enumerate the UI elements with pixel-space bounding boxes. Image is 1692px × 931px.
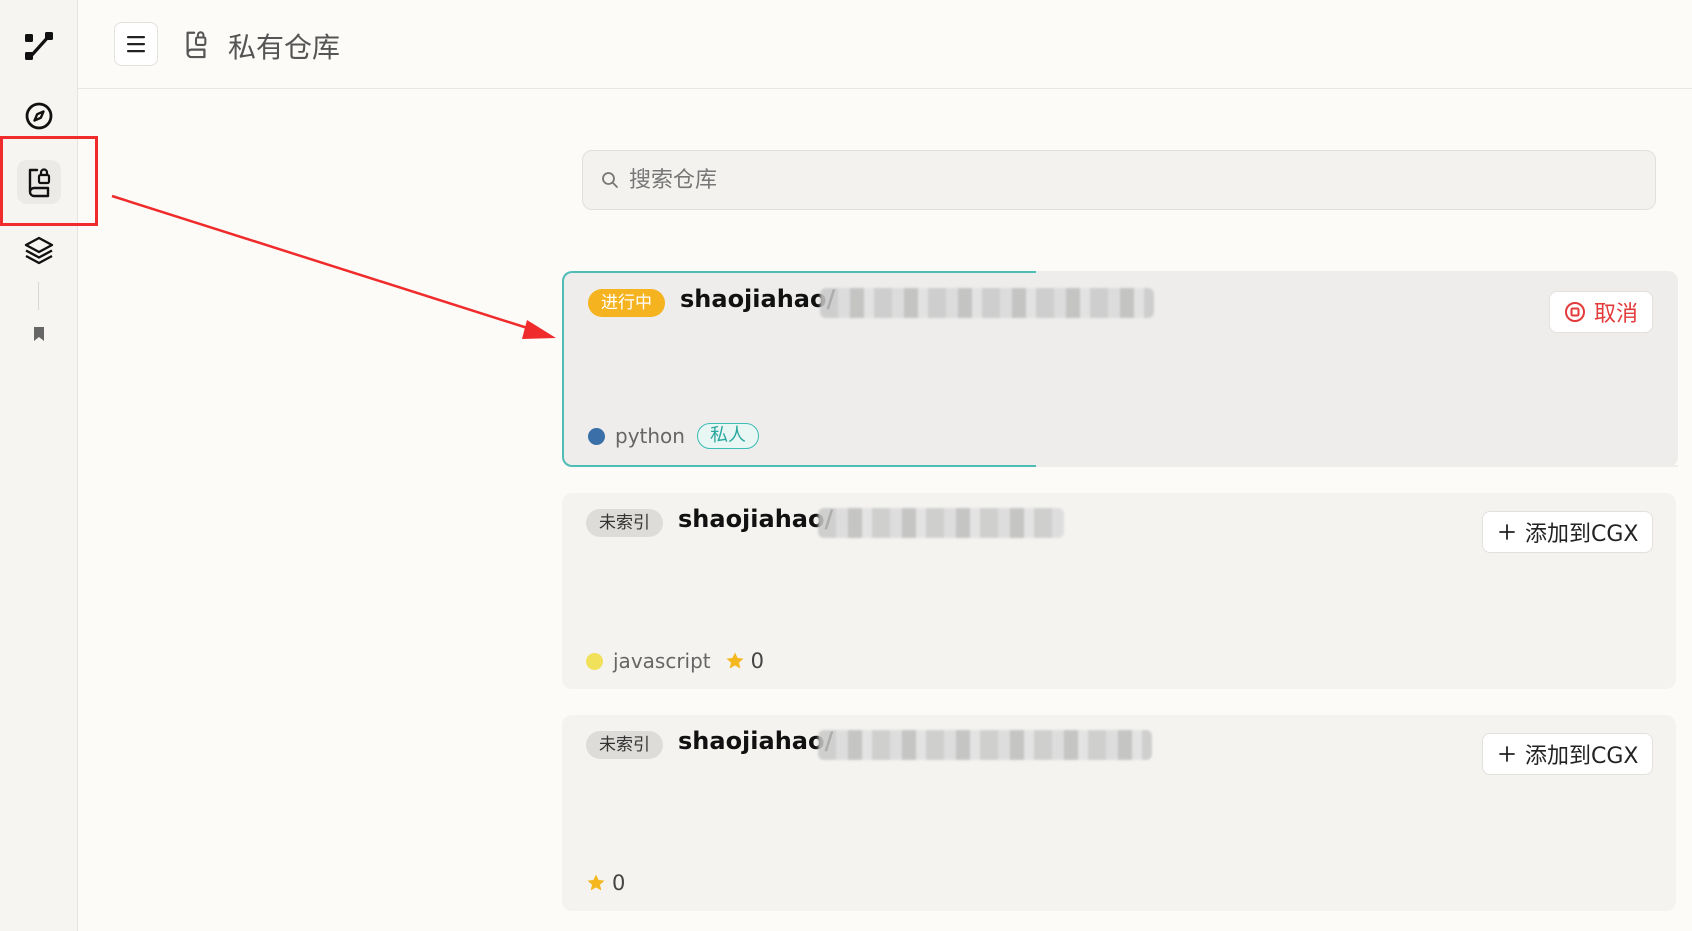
nav-layers[interactable] [17,228,61,272]
repo-meta: python 私人 [588,423,759,449]
language-label: python [615,424,685,448]
plus-icon [1499,524,1515,540]
repo-meta: javascript 0 [586,649,764,673]
star-count: 0 [725,649,764,673]
compass-icon [25,102,53,130]
search-input[interactable] [629,161,1629,199]
star-count: 0 [586,871,625,895]
repo-name[interactable]: shaojiahao/ [680,285,835,313]
nav-divider [38,282,39,310]
annotation-highlight-box [0,136,98,226]
star-count-value: 0 [612,871,626,895]
menu-toggle-button[interactable] [114,22,158,66]
cancel-label: 取消 [1594,302,1639,327]
bookmark-icon [34,327,44,341]
plus-icon [1499,746,1515,762]
redacted-repo-name [818,730,1152,760]
redacted-repo-name [818,508,1064,538]
cancel-button[interactable]: 取消 [1549,291,1654,333]
nav-bookmarks[interactable] [17,312,61,356]
page-header: 私有仓库 [78,0,1692,89]
graph-logo-icon [25,32,53,60]
layers-icon [24,236,54,265]
language-dot-icon [588,427,605,445]
status-badge: 未索引 [586,731,663,759]
add-label: 添加到CGX [1525,522,1639,547]
repo-meta: 0 [586,871,625,895]
language-label: javascript [613,649,711,673]
hamburger-icon [127,36,145,53]
nav-graph-logo[interactable] [17,24,61,68]
language-dot-icon [586,652,603,670]
visibility-badge: 私人 [696,423,759,449]
add-label: 添加到CGX [1525,744,1639,769]
add-to-cgx-button[interactable]: 添加到CGX [1482,511,1654,553]
repo-card[interactable]: 进行中 shaojiahao/ 取消 python 私人 [562,271,1678,467]
repo-search-box[interactable] [582,150,1656,210]
star-icon [726,652,744,669]
repo-card[interactable]: 未索引 shaojiahao/ 添加到CGX javascript 0 [562,493,1676,689]
repo-name[interactable]: shaojiahao/ [678,505,833,533]
add-to-cgx-button[interactable]: 添加到CGX [1482,733,1654,775]
star-icon [587,874,605,891]
page-title: 私有仓库 [228,31,341,64]
star-count-value: 0 [750,649,765,673]
stop-circle-icon [1565,302,1585,322]
nav-explore[interactable] [17,94,61,138]
private-repo-icon [186,31,207,59]
repo-name[interactable]: shaojiahao/ [678,727,833,755]
redacted-repo-name [820,288,1154,318]
search-icon [602,172,618,188]
status-badge: 未索引 [586,509,663,537]
repo-card[interactable]: 未索引 shaojiahao/ 添加到CGX 0 [562,715,1676,911]
status-badge: 进行中 [588,289,665,317]
